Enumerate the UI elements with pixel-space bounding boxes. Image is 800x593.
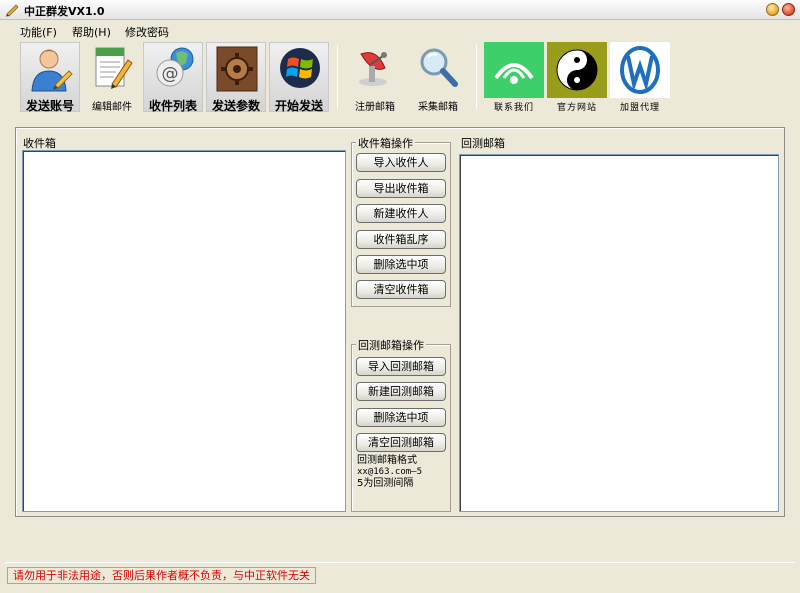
- title-bar: 中正群发VX1.0: [0, 0, 800, 20]
- import-recipients-button[interactable]: 导入收件人: [356, 153, 446, 172]
- register-email-label: 注册邮箱: [355, 102, 395, 113]
- satellite-dish-icon: [359, 52, 387, 86]
- status-separator: [5, 562, 795, 563]
- app-icon: [6, 4, 19, 17]
- menu-function[interactable]: 功能(F): [20, 24, 57, 40]
- status-disclaimer: 请勿用于非法用途，否则后果作者概不负责，与中正软件无关: [7, 567, 316, 584]
- start-send-button[interactable]: 开始发送: [269, 42, 329, 113]
- format-title: 回测邮箱格式: [357, 455, 417, 466]
- official-site-tile[interactable]: 官方网站: [547, 42, 607, 113]
- recipient-list-label: 收件列表: [148, 99, 197, 113]
- official-site-label: 官方网站: [556, 103, 597, 113]
- contact-us-label: 联系我们: [493, 103, 534, 113]
- windows-logo-icon: [280, 48, 320, 88]
- toolbar-separator: [476, 45, 477, 109]
- email-address-icon: @: [156, 47, 194, 87]
- import-test-mailbox-button[interactable]: 导入回测邮箱: [356, 357, 446, 376]
- inbox-ops-title: 收件箱操作: [356, 135, 415, 151]
- send-settings-label: 发送参数: [211, 99, 260, 113]
- magnifier-icon: [420, 48, 458, 87]
- edit-email-label: 编辑邮件: [92, 102, 132, 113]
- format-example: xx@163.com—5: [357, 467, 423, 477]
- inbox-list[interactable]: [22, 150, 346, 512]
- test-inbox-label: 回测邮箱: [461, 137, 505, 150]
- main-frame: 收件箱 收件箱操作 导入收件人 导出收件箱 新建收件人 收件箱乱序 删除选中项 …: [15, 127, 785, 517]
- new-test-mailbox-button[interactable]: 新建回测邮箱: [356, 382, 446, 401]
- edit-email-button[interactable]: 编辑邮件: [82, 42, 142, 113]
- user-edit-icon: [31, 49, 73, 92]
- register-email-button[interactable]: 注册邮箱: [345, 42, 405, 113]
- document-edit-icon: [95, 47, 133, 89]
- menu-change-password[interactable]: 修改密码: [125, 24, 169, 40]
- menu-bar: 功能(F) 帮助(H) 修改密码: [0, 21, 800, 39]
- delete-selected-button[interactable]: 删除选中项: [356, 255, 446, 274]
- recipient-list-button[interactable]: @ 收件列表: [143, 42, 203, 113]
- collect-email-button[interactable]: 采集邮箱: [408, 42, 468, 113]
- yin-yang-icon: [547, 42, 607, 98]
- new-recipient-button[interactable]: 新建收件人: [356, 204, 446, 223]
- send-account-label: 发送账号: [25, 99, 74, 113]
- w-logo-icon: [610, 42, 670, 98]
- send-settings-button[interactable]: 发送参数: [206, 42, 266, 113]
- svg-text:@: @: [162, 64, 179, 84]
- toolbar-separator: [337, 45, 338, 109]
- shuffle-inbox-button[interactable]: 收件箱乱序: [356, 230, 446, 249]
- test-ops-group: 回测邮箱操作 导入回测邮箱 新建回测邮箱 删除选中项 清空回测邮箱 回测邮箱格式…: [351, 337, 451, 512]
- inbox-ops-group: 收件箱操作 导入收件人 导出收件箱 新建收件人 收件箱乱序 删除选中项 清空收件…: [351, 135, 451, 307]
- join-agent-label: 加盟代理: [619, 103, 660, 113]
- close-button[interactable]: [782, 3, 795, 16]
- delete-selected-test-button[interactable]: 删除选中项: [356, 408, 446, 427]
- clear-test-mailbox-button[interactable]: 清空回测邮箱: [356, 433, 446, 452]
- export-inbox-button[interactable]: 导出收件箱: [356, 179, 446, 198]
- minimize-button[interactable]: [766, 3, 779, 16]
- format-note: 5为回测间隔: [357, 478, 414, 489]
- start-send-label: 开始发送: [274, 99, 323, 113]
- toolbar: 发送账号 编辑邮件 @ 收件列表 发送参数 开始发送 注册邮箱 采集邮箱 联系我…: [0, 39, 800, 117]
- contact-dish-icon: [484, 42, 544, 98]
- clear-inbox-button[interactable]: 清空收件箱: [356, 280, 446, 299]
- test-ops-title: 回测邮箱操作: [356, 337, 426, 353]
- window-title: 中正群发VX1.0: [24, 5, 105, 18]
- settings-gear-icon: [216, 46, 258, 92]
- inbox-label: 收件箱: [23, 137, 56, 150]
- test-inbox-list[interactable]: [459, 154, 779, 512]
- contact-us-tile[interactable]: 联系我们: [484, 42, 544, 113]
- join-agent-tile[interactable]: 加盟代理: [610, 42, 670, 113]
- collect-email-label: 采集邮箱: [418, 102, 458, 113]
- send-account-button[interactable]: 发送账号: [20, 42, 80, 113]
- menu-help[interactable]: 帮助(H): [72, 24, 111, 40]
